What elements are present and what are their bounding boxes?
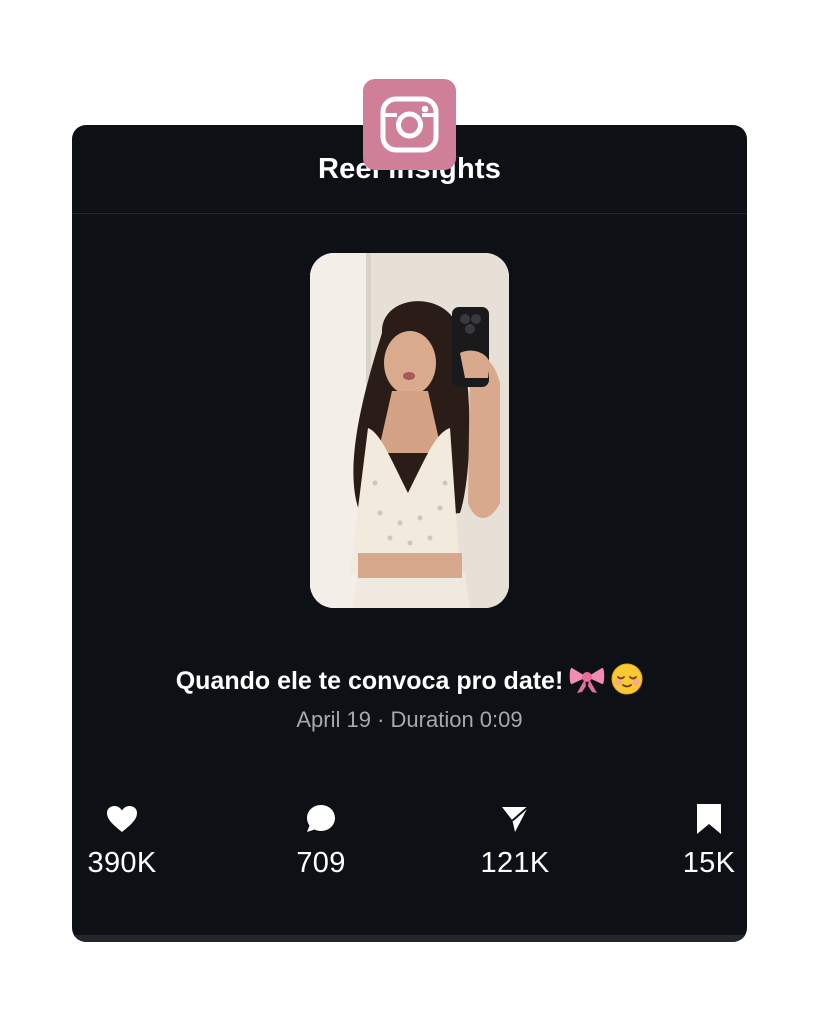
stat-likes: 390K bbox=[72, 801, 182, 880]
ribbon-emoji bbox=[569, 664, 605, 701]
reel-meta: April 19 · Duration 0:09 bbox=[296, 707, 523, 732]
saves-count: 15K bbox=[682, 847, 736, 879]
bookmark-icon bbox=[649, 801, 747, 837]
instagram-icon bbox=[380, 96, 439, 153]
heart-icon bbox=[72, 801, 182, 837]
instagram-badge bbox=[363, 79, 456, 170]
comment-icon bbox=[261, 801, 381, 837]
reel-caption: Quando ele te convoca pro date! bbox=[72, 663, 747, 702]
card-bottom-strip bbox=[72, 935, 747, 942]
stat-shares: 121K bbox=[455, 801, 575, 880]
stat-saves: 15K bbox=[649, 801, 747, 880]
share-icon bbox=[455, 801, 575, 837]
shares-count: 121K bbox=[480, 847, 550, 879]
likes-count: 390K bbox=[87, 847, 157, 879]
relieved-face-emoji bbox=[611, 663, 643, 702]
caption-text: Quando ele te convoca pro date! bbox=[175, 667, 564, 696]
reel-insights-card: Reel insights bbox=[72, 125, 747, 942]
comments-count: 709 bbox=[296, 847, 346, 879]
reel-thumbnail[interactable] bbox=[310, 253, 509, 608]
reel-thumbnail-image bbox=[310, 253, 509, 608]
reel-insights-screen: Reel insights bbox=[0, 0, 819, 1024]
stat-comments: 709 bbox=[261, 801, 381, 880]
